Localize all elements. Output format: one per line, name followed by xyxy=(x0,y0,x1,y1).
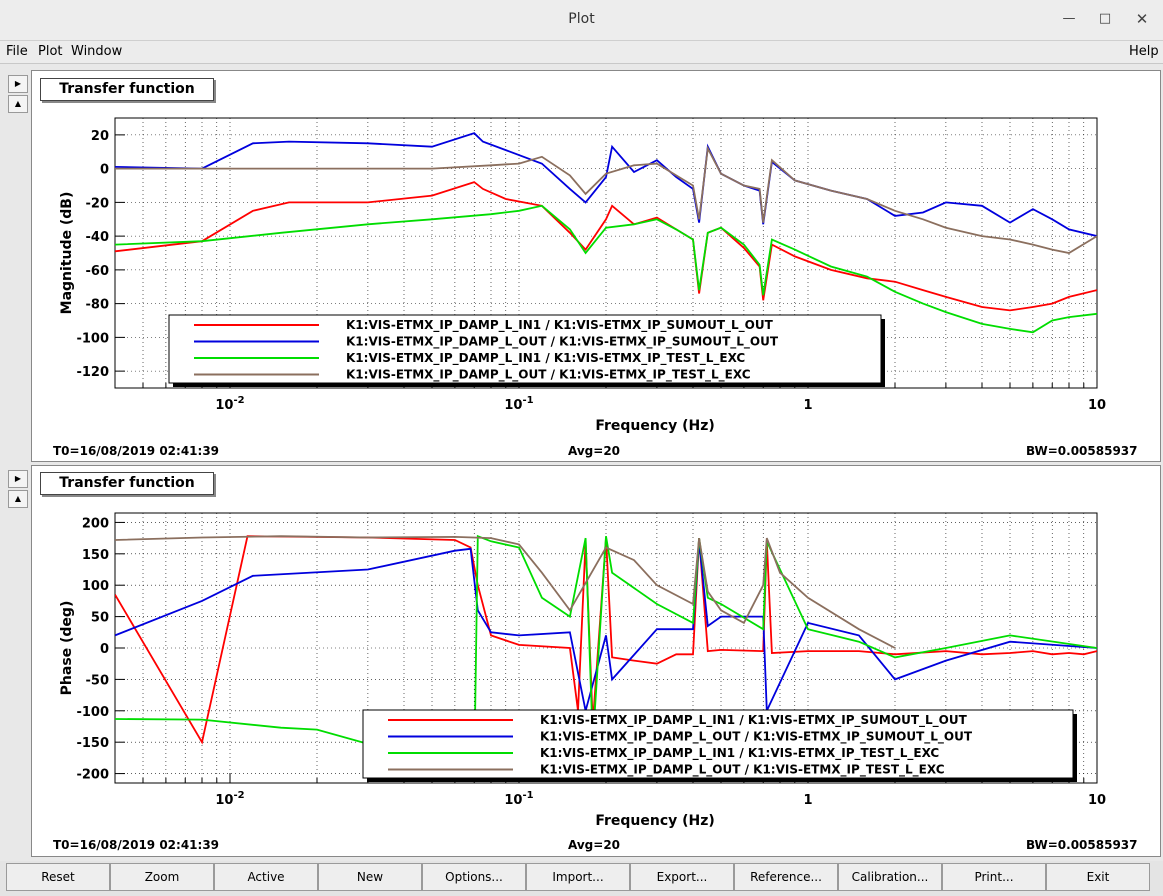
print-button[interactable]: Print... xyxy=(942,863,1046,891)
reference-button[interactable]: Reference... xyxy=(734,863,838,891)
legend-label-2: K1:VIS-ETMX_IP_DAMP_L_OUT / K1:VIS-ETMX_… xyxy=(346,335,779,350)
y-tick-label: 200 xyxy=(82,516,109,531)
y-tick-label: -50 xyxy=(86,673,110,688)
x-axis-label: Frequency (Hz) xyxy=(595,813,714,829)
magnitude-chart[interactable]: 20 0 -20 -40 -60 -80 -100 -120 10-2 10-1 1 10 Freque… xyxy=(40,110,1130,440)
reset-button[interactable]: Reset xyxy=(6,863,110,891)
panel2-avg: Avg=20 xyxy=(568,838,621,852)
panel1-title: Transfer function xyxy=(40,78,214,101)
x-tick-label: 1 xyxy=(803,793,812,808)
y-tick-label: 150 xyxy=(82,548,109,563)
y-tick-label: -40 xyxy=(86,230,110,245)
panel1-step-up-icon[interactable]: ▲ xyxy=(8,95,28,113)
legend-label-2: K1:VIS-ETMX_IP_DAMP_L_OUT / K1:VIS-ETMX_… xyxy=(540,730,973,745)
window-title: Plot xyxy=(568,11,595,27)
panel2-step-up-icon[interactable]: ▲ xyxy=(8,490,28,508)
maximize-icon[interactable]: □ xyxy=(1094,8,1116,30)
y-tick-label: 20 xyxy=(91,129,109,144)
y-axis-label: Phase (deg) xyxy=(59,601,75,696)
minimize-icon[interactable]: — xyxy=(1058,8,1080,30)
legend-label-3: K1:VIS-ETMX_IP_DAMP_L_IN1 / K1:VIS-ETMX_… xyxy=(540,746,939,761)
y-tick-label: -100 xyxy=(76,705,109,720)
legend-label-4: K1:VIS-ETMX_IP_DAMP_L_OUT / K1:VIS-ETMX_… xyxy=(540,763,945,778)
calibration-button[interactable]: Calibration... xyxy=(838,863,942,891)
export-button[interactable]: Export... xyxy=(630,863,734,891)
y-tick-label: 100 xyxy=(82,579,109,594)
panel1-avg: Avg=20 xyxy=(568,444,621,458)
x-tick-label: 1 xyxy=(803,398,812,413)
y-tick-label: 50 xyxy=(91,611,109,626)
panel2-bw: BW=0.00585937 xyxy=(1026,838,1138,852)
legend-label-4: K1:VIS-ETMX_IP_DAMP_L_OUT / K1:VIS-ETMX_… xyxy=(346,368,751,383)
y-tick-label: -200 xyxy=(76,768,109,783)
panel2-t0: T0=16/08/2019 02:41:39 xyxy=(53,838,220,852)
options-button[interactable]: Options... xyxy=(422,863,526,891)
menu-file[interactable]: File xyxy=(6,44,28,59)
x-tick-label: 10-2 xyxy=(215,395,244,413)
menu-help[interactable]: Help xyxy=(1129,44,1159,59)
panel2-title: Transfer function xyxy=(40,472,214,495)
close-icon[interactable]: ✕ xyxy=(1131,8,1153,30)
import-button[interactable]: Import... xyxy=(526,863,630,891)
phase-chart[interactable]: 200 150 100 50 0 -50 -100 -150 -200 10-2 10-1 1 10 Fr… xyxy=(40,505,1130,835)
menu-bar: File Plot Window Help xyxy=(0,41,1163,64)
y-tick-label: -20 xyxy=(86,196,110,211)
x-tick-label: 10-2 xyxy=(215,790,244,808)
legend-label-1: K1:VIS-ETMX_IP_DAMP_L_IN1 / K1:VIS-ETMX_… xyxy=(540,713,968,728)
menu-window[interactable]: Window xyxy=(71,44,122,59)
y-tick-label: 0 xyxy=(100,642,109,657)
title-bar: Plot — □ ✕ xyxy=(0,0,1163,41)
button-bar: Reset Zoom Active New Options... Import.… xyxy=(0,861,1163,896)
new-button[interactable]: New xyxy=(318,863,422,891)
y-axis-label: Magnitude (dB) xyxy=(59,192,75,315)
legend-label-1: K1:VIS-ETMX_IP_DAMP_L_IN1 / K1:VIS-ETMX_… xyxy=(346,318,774,333)
y-tick-label: -100 xyxy=(76,331,109,346)
x-axis-label: Frequency (Hz) xyxy=(595,418,714,434)
y-tick-label: 0 xyxy=(100,163,109,178)
y-tick-label: -120 xyxy=(76,365,109,380)
active-button[interactable]: Active xyxy=(214,863,318,891)
x-tick-label: 10 xyxy=(1088,793,1106,808)
menu-plot[interactable]: Plot xyxy=(38,44,63,59)
panel1-step-right-icon[interactable]: ▶ xyxy=(8,75,28,93)
y-tick-label: -150 xyxy=(76,736,109,751)
panel1-bw: BW=0.00585937 xyxy=(1026,444,1138,458)
panel2-step-right-icon[interactable]: ▶ xyxy=(8,470,28,488)
x-tick-label: 10-1 xyxy=(504,395,533,413)
panel1-t0: T0=16/08/2019 02:41:39 xyxy=(53,444,220,458)
exit-button[interactable]: Exit xyxy=(1046,863,1150,891)
zoom-button[interactable]: Zoom xyxy=(110,863,214,891)
y-tick-label: -80 xyxy=(86,298,110,313)
y-tick-label: -60 xyxy=(86,264,110,279)
legend-label-3: K1:VIS-ETMX_IP_DAMP_L_IN1 / K1:VIS-ETMX_… xyxy=(346,351,745,366)
x-tick-label: 10-1 xyxy=(504,790,533,808)
x-tick-label: 10 xyxy=(1088,398,1106,413)
